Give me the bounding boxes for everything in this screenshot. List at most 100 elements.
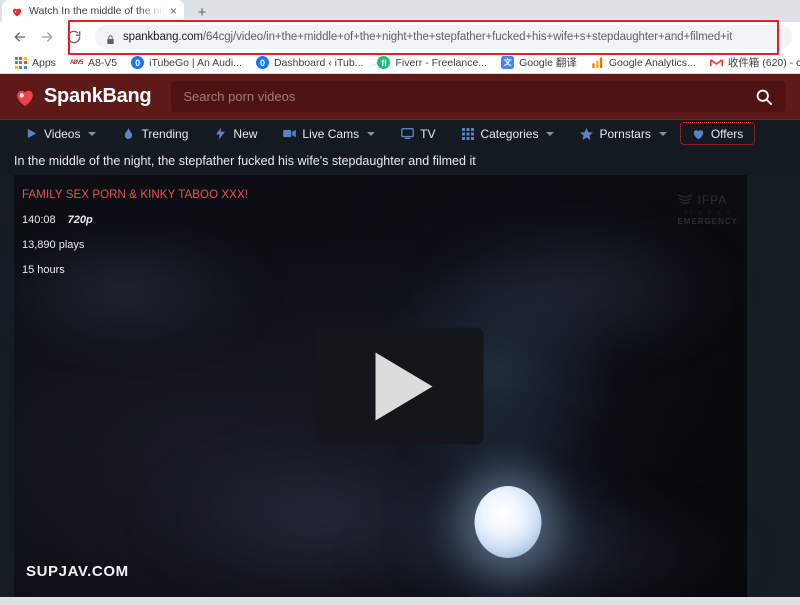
tv-icon xyxy=(401,127,414,140)
itubego-icon: 0 xyxy=(255,56,269,69)
bookmark-gmail[interactable]: 收件箱 (620) - che... xyxy=(704,53,800,72)
page-title: In the middle of the night, the stepfath… xyxy=(14,154,476,168)
play-triangle-icon xyxy=(375,352,433,420)
duration-quality-line: 140:08 720p xyxy=(22,214,248,226)
nav-item-tv[interactable]: TV xyxy=(388,120,448,148)
site-logo[interactable]: SpankBang xyxy=(14,85,152,108)
site-nav: Videos Trending New Live Cams TV Categor… xyxy=(0,119,800,147)
screenshot-root: Watch In the middle of the nig × + spank… xyxy=(0,0,800,605)
nav-label: New xyxy=(233,126,258,141)
supjav-watermark: SUPJAV.COM xyxy=(26,563,129,580)
bookmark-apps[interactable]: Apps xyxy=(8,54,62,71)
url-host: spankbang.com xyxy=(123,31,203,43)
site-brand-text: SpankBang xyxy=(44,85,152,107)
close-icon[interactable]: × xyxy=(170,5,177,17)
bookmark-itubego[interactable]: 0 iTubeGo | An Audi... xyxy=(125,54,248,71)
padlock-icon xyxy=(106,32,115,44)
bookmarks-bar: Apps A8V5 A8-V5 0 iTubeGo | An Audi... 0… xyxy=(0,52,800,74)
grid-icon xyxy=(461,127,474,140)
bookmark-label: A8-V5 xyxy=(87,56,118,69)
chevron-down-icon xyxy=(658,131,667,136)
bookmark-itubego-dashboard[interactable]: 0 Dashboard ‹ iTub... xyxy=(250,54,370,71)
star-icon xyxy=(580,127,594,140)
camera-icon xyxy=(283,127,297,140)
ifpa-watermark: IFPA ○○ △ ○ △ ○ EMERGENCY xyxy=(677,193,738,226)
chevron-down-icon xyxy=(88,131,97,136)
video-meta-overlay: FAMILY SEX PORN & KINKY TABOO XXX! 140:0… xyxy=(22,189,248,289)
bookmark-google-analytics[interactable]: Google Analytics... xyxy=(585,54,702,71)
browser-chrome: Watch In the middle of the nig × + spank… xyxy=(0,0,800,74)
nav-label: Categories xyxy=(480,126,539,141)
nav-item-categories[interactable]: Categories xyxy=(448,120,567,148)
video-title-bar: In the middle of the night, the stepfath… xyxy=(0,147,800,175)
play-button[interactable] xyxy=(316,327,484,445)
age-line: 15 hours xyxy=(22,264,248,276)
video-duration: 140:08 xyxy=(22,214,56,226)
nav-label: Live Cams xyxy=(302,126,360,141)
address-bar-wrap: spankbang.com/64cgj/video/in+the+middle+… xyxy=(95,25,792,49)
search-icon[interactable] xyxy=(754,87,774,107)
video-quality: 720p xyxy=(67,214,93,226)
new-tab-button[interactable]: + xyxy=(189,2,215,22)
reload-icon[interactable] xyxy=(62,25,86,49)
promo-text: FAMILY SEX PORN & KINKY TABOO XXX! xyxy=(22,189,249,201)
ifpa-watermark-line2: ○○ △ ○ △ ○ xyxy=(683,210,732,216)
nav-label: Offers xyxy=(710,126,744,141)
video-player[interactable]: FAMILY SEX PORN & KINKY TABOO XXX! 140:0… xyxy=(0,175,800,597)
ifpa-watermark-line3: EMERGENCY xyxy=(677,217,738,226)
google-analytics-icon xyxy=(591,56,604,69)
spankbang-page: SpankBang Search porn videos Videos Tren… xyxy=(0,74,800,597)
itubego-icon: 0 xyxy=(131,56,145,69)
flame-icon xyxy=(122,127,135,140)
nav-label: Trending xyxy=(141,126,189,141)
video-plays: 13,890 plays xyxy=(22,239,85,251)
search-placeholder: Search porn videos xyxy=(183,89,296,104)
apps-grid-icon xyxy=(14,56,27,69)
browser-tab[interactable]: Watch In the middle of the nig × xyxy=(2,0,184,22)
nav-label: Videos xyxy=(44,126,81,141)
video-age: 15 hours xyxy=(22,264,65,276)
address-bar[interactable]: spankbang.com/64cgj/video/in+the+middle+… xyxy=(95,25,792,49)
url-path: /64cgj/video/in+the+middle+of+the+night+… xyxy=(202,31,733,43)
chevron-down-icon xyxy=(546,131,555,136)
back-icon[interactable] xyxy=(8,25,32,49)
site-header: SpankBang Search porn videos xyxy=(0,74,800,119)
bookmark-a8v5[interactable]: A8V5 A8-V5 xyxy=(64,54,123,71)
heart-favicon xyxy=(11,5,23,17)
plays-line: 13,890 plays xyxy=(22,239,248,251)
lightning-icon xyxy=(214,127,227,140)
a8v5-icon: A8V5 xyxy=(69,59,84,66)
ifpa-watermark-line1: IFPA xyxy=(677,193,738,207)
bookmark-label: Dashboard ‹ iTub... xyxy=(273,56,364,69)
heart-logo-icon xyxy=(14,87,36,107)
nav-label: TV xyxy=(420,126,436,141)
nav-item-offers[interactable]: Offers xyxy=(679,122,756,145)
bookmark-label: Apps xyxy=(32,56,56,69)
nav-label: Pornstars xyxy=(599,126,651,141)
nav-item-pornstars[interactable]: Pornstars xyxy=(567,120,679,148)
nav-item-live-cams[interactable]: Live Cams xyxy=(270,120,388,148)
gmail-icon xyxy=(709,56,723,69)
nav-item-videos[interactable]: Videos xyxy=(12,120,109,148)
nav-item-new[interactable]: New xyxy=(201,120,270,148)
bookmark-label: Fiverr - Freelance... xyxy=(395,56,488,69)
ifpa-text: IFPA xyxy=(697,193,728,207)
bookmark-label: Google Analytics... xyxy=(608,56,696,69)
bookmark-fiverr[interactable]: fi Fiverr - Freelance... xyxy=(371,54,493,71)
tab-title: Watch In the middle of the nig xyxy=(29,5,164,17)
forward-icon[interactable] xyxy=(35,25,59,49)
tab-strip: Watch In the middle of the nig × + xyxy=(0,0,800,22)
nav-item-trending[interactable]: Trending xyxy=(109,120,201,148)
bookmark-label: iTubeGo | An Audi... xyxy=(149,56,242,69)
browser-toolbar: spankbang.com/64cgj/video/in+the+middle+… xyxy=(0,22,800,52)
heart-icon xyxy=(692,127,705,140)
chevron-down-icon xyxy=(367,131,376,136)
bookmark-label: 收件箱 (620) - che... xyxy=(727,57,800,69)
search-input[interactable]: Search porn videos xyxy=(171,81,786,112)
bookmark-google-translate[interactable]: 文 Google 翻译 xyxy=(495,53,583,72)
fiverr-icon: fi xyxy=(377,56,391,69)
moon-shape xyxy=(474,486,542,558)
play-icon xyxy=(25,127,38,140)
url-text: spankbang.com/64cgj/video/in+the+middle+… xyxy=(123,31,732,43)
google-translate-icon: 文 xyxy=(501,56,515,69)
